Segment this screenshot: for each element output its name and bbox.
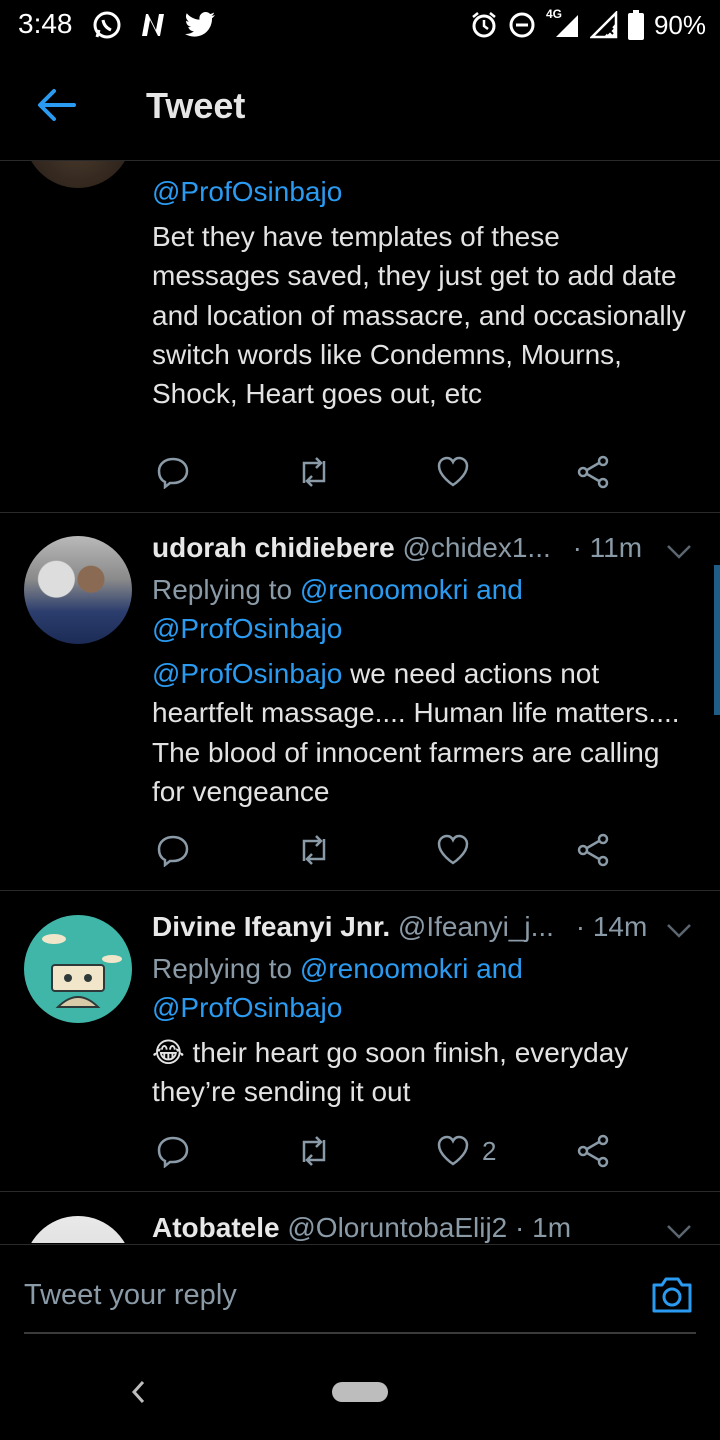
reply-to-line: Replying to @renoomokri and @ProfOsinbaj… <box>152 949 692 1027</box>
reply-to-line: @ProfOsinbajo <box>152 172 692 211</box>
avatar[interactable] <box>24 915 132 1023</box>
signal-icon <box>589 11 618 39</box>
page-title: Tweet <box>146 85 246 126</box>
top-app-bar: Tweet <box>0 50 720 161</box>
reply-button[interactable] <box>156 452 190 492</box>
battery-percentage: 90% <box>653 9 706 40</box>
retweet-button[interactable] <box>296 1131 332 1171</box>
reply-tweet[interactable]: udorah chidiebere @chidex1... · 11m Repl… <box>0 512 720 891</box>
signal-4g-icon <box>555 15 578 37</box>
author-name[interactable]: Divine Ifeanyi Jnr. <box>152 911 390 942</box>
share-icon <box>577 1134 609 1168</box>
tweet-meta: Atobatele @OloruntobaElij2 · 1m <box>152 1212 571 1243</box>
author-handle[interactable]: @Ifeanyi_j... <box>398 911 554 942</box>
status-bar: 3:48 4G 90% <box>0 0 720 50</box>
tweet-actions: 2 <box>152 1131 632 1171</box>
notification-icons <box>92 8 216 42</box>
author-handle[interactable]: @chidex1... <box>403 532 551 563</box>
chevron-down-icon[interactable] <box>666 1224 692 1240</box>
reply-input[interactable]: Tweet your reply <box>24 1279 237 1312</box>
reply-composer: Tweet your reply <box>0 1244 720 1355</box>
timestamp: · 1m <box>515 1212 572 1243</box>
back-arrow-icon[interactable] <box>36 88 76 122</box>
reply-button[interactable] <box>156 1131 190 1171</box>
reply-tweet[interactable]: Divine Ifeanyi Jnr. @Ifeanyi_j... · 14m … <box>0 891 720 1192</box>
alarm-icon <box>472 12 496 38</box>
system-icons: 4G 90% <box>470 7 706 42</box>
chevron-down-icon[interactable] <box>666 544 692 560</box>
heart-icon <box>437 1135 469 1166</box>
retweet-icon <box>302 835 326 865</box>
reply-tweet[interactable]: @ProfOsinbajo Bet they have templates of… <box>0 160 720 513</box>
heart-icon <box>437 834 469 865</box>
share-button[interactable] <box>576 1131 610 1171</box>
mention-link[interactable]: @ProfOsinbajo <box>152 658 342 689</box>
avatar[interactable] <box>24 160 132 188</box>
laughing-emoji-icon: 😂 <box>152 1037 185 1068</box>
tweet-text: @ProfOsinbajo we need actions not heartf… <box>152 654 692 811</box>
like-count: 2 <box>482 1135 497 1166</box>
status-time: 3:48 <box>18 8 73 39</box>
twitter-icon <box>184 12 215 37</box>
retweet-button[interactable] <box>296 452 332 492</box>
replying-to-prefix: Replying to <box>152 953 293 984</box>
mention-link[interactable]: @renoomokri and <box>300 953 523 984</box>
mention-link[interactable]: @renoomokri and <box>300 574 523 605</box>
reply-button[interactable] <box>156 830 190 870</box>
reply-input-underline <box>24 1332 696 1334</box>
author-name[interactable]: Atobatele <box>152 1212 280 1243</box>
share-button[interactable] <box>576 830 610 870</box>
reply-to-line: Replying to @renoomokri and @ProfOsinbaj… <box>152 570 692 648</box>
avatar[interactable] <box>24 536 132 644</box>
like-button[interactable] <box>436 830 470 870</box>
tweet-actions <box>152 830 632 870</box>
replying-to-prefix: Replying to <box>152 574 293 605</box>
reply-tweet[interactable]: Atobatele @OloruntobaElij2 · 1m <box>0 1192 720 1243</box>
retweet-icon <box>302 457 326 487</box>
nav-back-icon[interactable] <box>128 1378 148 1406</box>
timestamp: · 14m <box>575 911 648 942</box>
whatsapp-icon <box>93 11 121 39</box>
author-handle[interactable]: @OloruntobaElij2 <box>287 1212 507 1243</box>
like-button[interactable] <box>436 452 470 492</box>
reply-icon <box>157 835 189 867</box>
battery-icon <box>627 10 644 40</box>
n-app-icon <box>142 14 164 36</box>
share-icon <box>577 833 609 867</box>
scrollbar-thumb[interactable] <box>714 565 720 715</box>
tweet-text: Bet they have templates of these message… <box>152 221 686 410</box>
camera-icon[interactable] <box>650 1275 694 1315</box>
dnd-icon <box>509 12 535 38</box>
tweet-meta: Divine Ifeanyi Jnr. @Ifeanyi_j... · 14m <box>152 911 647 943</box>
mention-link[interactable]: @ProfOsinbajo <box>152 992 342 1023</box>
tweet-actions <box>152 452 632 492</box>
replies-list[interactable]: @ProfOsinbajo Bet they have templates of… <box>0 160 720 1243</box>
reply-icon <box>157 457 189 489</box>
reply-icon <box>157 1136 189 1168</box>
tweet-text: 😂 their heart go soon finish, everyday t… <box>152 1033 692 1112</box>
like-button[interactable]: 2 <box>436 1131 496 1171</box>
retweet-icon <box>302 1136 326 1166</box>
share-icon <box>577 455 609 489</box>
tweet-body-text: their heart go soon finish, everyday the… <box>152 1037 629 1108</box>
chevron-down-icon[interactable] <box>666 923 692 939</box>
home-gesture-pill[interactable] <box>332 1382 388 1402</box>
cassette-illustration <box>42 934 122 1008</box>
mention-link[interactable]: @ProfOsinbajo <box>152 176 342 207</box>
share-button[interactable] <box>576 452 610 492</box>
heart-icon <box>437 456 469 487</box>
avatar[interactable] <box>24 1216 132 1243</box>
author-name[interactable]: udorah chidiebere <box>152 532 395 563</box>
timestamp: · 11m <box>572 532 643 563</box>
mention-link[interactable]: @ProfOsinbajo <box>152 613 342 644</box>
tweet-meta: udorah chidiebere @chidex1... · 11m <box>152 532 642 564</box>
network-4g-signal: 4G <box>546 7 580 39</box>
retweet-button[interactable] <box>296 830 332 870</box>
